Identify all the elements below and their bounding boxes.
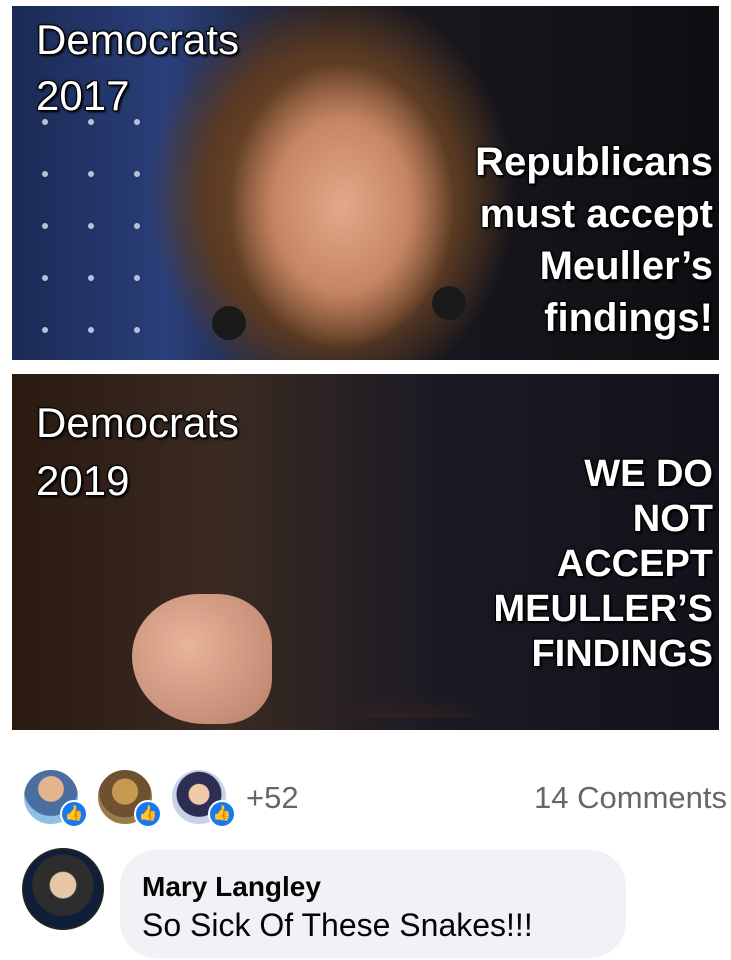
panel-quote: Republicans must accept Meuller’s findin… [474, 136, 714, 344]
comment-item: Mary Langley So Sick Of These Snakes!!! [0, 840, 731, 960]
commenter-avatar[interactable] [22, 848, 104, 930]
meme-panel-2017: Democrats 2017 Republicans must accept M… [12, 6, 719, 360]
comment-bubble: Mary Langley So Sick Of These Snakes!!! [120, 850, 626, 958]
meme-panel-2019: Democrats 2019 WE DO NOT ACCEPT MEULLER’… [12, 374, 719, 730]
quote-line: WE DO [583, 452, 714, 496]
comment-author[interactable]: Mary Langley [142, 870, 604, 904]
quote-line: MEULLER’S [492, 587, 714, 631]
thumbs-up-icon: 👍 [208, 800, 236, 828]
meme-image[interactable]: Democrats 2017 Republicans must accept M… [0, 0, 731, 740]
microphone-icon [432, 286, 466, 320]
thumbs-up-icon: 👍 [134, 800, 162, 828]
reactions-bar: 👍 👍 👍 +52 14 Comments [0, 740, 731, 840]
comments-count-link[interactable]: 14 Comments [534, 780, 727, 816]
panel-label: Democrats 2019 [35, 394, 240, 510]
thumbs-up-icon: 👍 [60, 800, 88, 828]
quote-line: findings! [543, 295, 714, 341]
quote-line: must accept [479, 191, 714, 237]
quote-line: FINDINGS [530, 632, 714, 676]
panel-label-line: 2017 [35, 71, 130, 120]
panel-label-line: 2019 [35, 456, 130, 505]
quote-line: ACCEPT [556, 542, 714, 586]
microphone-icon [212, 306, 246, 340]
hand-gesture-decoration [132, 594, 272, 724]
quote-line: NOT [632, 497, 714, 541]
quote-line: Meuller’s [539, 243, 714, 289]
panel-label-line: Democrats [35, 15, 240, 64]
panel-label-line: Democrats [35, 398, 240, 447]
comment-text: So Sick Of These Snakes!!! [142, 907, 533, 943]
flag-stars-decoration [22, 96, 152, 356]
panel-quote: WE DO NOT ACCEPT MEULLER’S FINDINGS [492, 452, 714, 677]
panel-label: Democrats 2017 [35, 12, 240, 124]
quote-line: Republicans [474, 139, 714, 185]
reaction-count[interactable]: +52 [246, 780, 299, 816]
